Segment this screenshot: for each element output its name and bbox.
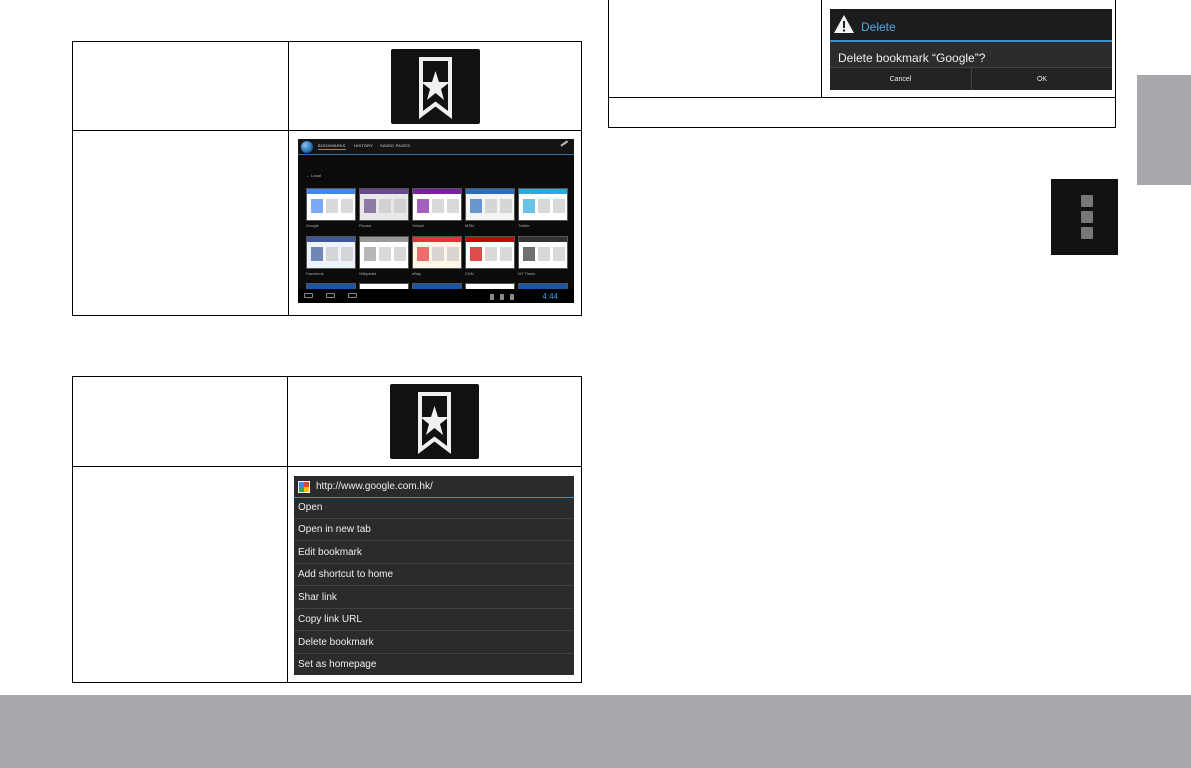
bookmark-thumbnail[interactable] [359,236,409,269]
overflow-menu-icon [1051,179,1118,255]
menu-item-share-link[interactable]: Shar link [294,587,574,609]
recent-apps-icon[interactable] [348,293,357,298]
bookmark-title: Twitter [518,223,530,228]
language-side-tab [1137,75,1191,185]
bookmark-thumbnail[interactable] [465,236,515,269]
ok-button[interactable]: OK [972,68,1112,90]
home-icon[interactable] [326,293,335,298]
footer-bar [0,695,1191,768]
bookmark-title: Facebook [306,271,324,276]
system-nav-bar: 4:44 [298,289,574,303]
bookmark-star-icon [391,49,480,124]
bookmark-thumbnail[interactable] [359,188,409,221]
table-divider [72,130,582,131]
back-icon[interactable] [304,293,313,298]
folder-label: ← Local [306,173,321,178]
status-icon [490,294,494,300]
table-divider [288,41,289,316]
status-icon [500,294,504,300]
menu-item-set-homepage[interactable]: Set as homepage [294,654,574,675]
menu-item-add-shortcut[interactable]: Add shortcut to home [294,564,574,586]
bookmark-title: Wikipedia [359,271,377,276]
menu-item-delete-bookmark[interactable]: Delete bookmark [294,632,574,654]
menu-item-copy-link[interactable]: Copy link URL [294,609,574,631]
cancel-button[interactable]: Cancel [830,68,972,90]
bookmark-title: Yahoo! [412,223,425,228]
dialog-title-bar: Delete [830,9,1112,42]
bookmark-title: CNN [465,271,474,276]
menu-item-open[interactable]: Open [294,497,574,519]
status-icon [510,294,514,300]
tab-saved-pages[interactable]: SAVED PAGES [380,143,410,148]
dialog-message: Delete bookmark “Google”? [838,51,986,65]
menu-item-edit-bookmark[interactable]: Edit bookmark [294,542,574,564]
bookmark-title: Google [306,223,319,228]
delete-dialog: Delete Delete bookmark “Google”? Cancel … [830,9,1112,90]
tab-history[interactable]: HISTORY [354,143,373,148]
browser-tab-bar: BOOKMARKS HISTORY SAVED PAGES [298,139,574,155]
bookmark-thumbnail[interactable] [306,236,356,269]
bookmark-thumbnail[interactable] [306,188,356,221]
bookmarks-screenshot: BOOKMARKS HISTORY SAVED PAGES ← Local Go… [298,139,574,303]
bookmark-star-icon [390,384,479,459]
status-clock: 4:44 [542,292,558,301]
dialog-title: Delete [861,20,896,34]
bookmark-title: eBay [412,271,422,276]
table-divider [72,466,582,467]
dialog-button-row: Cancel OK [830,67,1112,90]
tab-bookmarks[interactable]: BOOKMARKS [318,143,346,150]
bookmark-thumbnail[interactable] [412,188,462,221]
google-favicon-icon [298,481,310,493]
bookmark-title: Picasa [359,223,372,228]
bookmark-context-menu: http://www.google.com.hk/ Open Open in n… [294,476,574,675]
bookmark-title: MSN [465,223,474,228]
menu-item-open-new-tab[interactable]: Open in new tab [294,519,574,541]
bookmark-thumbnail[interactable] [518,188,568,221]
menu-url: http://www.google.com.hk/ [316,481,433,492]
bookmark-thumbnail[interactable] [465,188,515,221]
table-divider [287,376,288,683]
warning-icon [834,15,854,33]
bookmark-thumbnail[interactable] [412,236,462,269]
table-divider [821,0,822,98]
browser-globe-icon [301,141,313,153]
bookmark-title: NY Times [518,271,536,276]
table-divider [608,97,1116,98]
wrench-icon[interactable] [560,140,572,152]
bookmark-thumbnail[interactable] [518,236,568,269]
menu-url-row: http://www.google.com.hk/ [294,476,574,498]
